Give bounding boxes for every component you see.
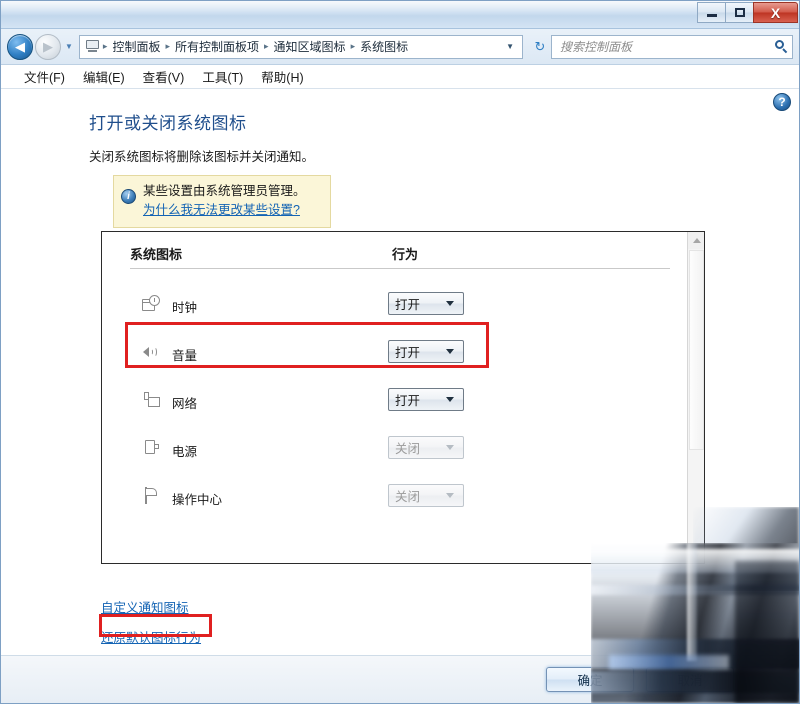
triangle-up-icon bbox=[692, 238, 701, 243]
admin-notice-box: i 某些设置由系统管理员管理。 为什么我无法更改某些设置? bbox=[113, 175, 331, 228]
why-cant-change-link[interactable]: 为什么我无法更改某些设置? bbox=[143, 201, 300, 220]
table-row: 电源 关闭 bbox=[102, 426, 688, 474]
row-label-clock: 时钟 bbox=[172, 301, 198, 315]
chevron-down-icon bbox=[446, 493, 454, 498]
page-subtitle: 关闭系统图标将删除该图标并关闭通知。 bbox=[89, 150, 315, 164]
info-icon: i bbox=[121, 189, 136, 204]
table-header-row: 系统图标 行为 bbox=[102, 244, 688, 270]
menu-item-file[interactable]: 文件(F) bbox=[15, 65, 74, 88]
vertical-scrollbar[interactable] bbox=[687, 232, 704, 563]
history-dropdown-icon[interactable]: ▼ bbox=[65, 42, 73, 51]
dialog-button-bar: 确定 取消 bbox=[1, 655, 799, 703]
behavior-value-action-center: 关闭 bbox=[395, 490, 421, 504]
table-row: 操作中心 关闭 bbox=[102, 474, 688, 522]
search-placeholder: 搜索控制面板 bbox=[560, 40, 633, 54]
content-area: ? 打开或关闭系统图标 关闭系统图标将删除该图标并关闭通知。 i 某些设置由系统… bbox=[1, 89, 799, 703]
row-label-network: 网络 bbox=[172, 397, 198, 411]
behavior-dropdown-power: 关闭 bbox=[388, 436, 464, 459]
breadcrumb-dropdown-icon[interactable]: ▼ bbox=[500, 42, 520, 51]
breadcrumb-item-notification-icons[interactable]: 通知区域图标 bbox=[270, 36, 350, 57]
minimize-button[interactable] bbox=[697, 2, 726, 23]
window-controls: X bbox=[697, 2, 798, 23]
breadcrumb-item-system-icons[interactable]: 系统图标 bbox=[356, 36, 412, 57]
scroll-down-button[interactable] bbox=[688, 546, 704, 563]
breadcrumb[interactable]: ▸ 控制面板 ▸ 所有控制面板项 ▸ 通知区域图标 ▸ 系统图标 ▼ bbox=[78, 34, 523, 59]
computer-icon bbox=[85, 40, 100, 53]
forward-arrow-icon: ▶ bbox=[43, 39, 53, 54]
scroll-up-button[interactable] bbox=[688, 232, 704, 249]
chevron-down-icon bbox=[446, 445, 454, 450]
row-label-power: 电源 bbox=[172, 445, 198, 459]
chevron-down-icon bbox=[446, 349, 454, 354]
behavior-value-power: 关闭 bbox=[395, 442, 421, 456]
close-button[interactable]: X bbox=[753, 2, 798, 23]
minimize-icon bbox=[706, 14, 717, 17]
search-icon bbox=[775, 40, 788, 54]
menu-item-help[interactable]: 帮助(H) bbox=[252, 65, 312, 88]
refresh-button[interactable]: ↻ bbox=[529, 36, 551, 58]
behavior-dropdown-network[interactable]: 打开 bbox=[388, 388, 464, 411]
chevron-down-icon bbox=[446, 397, 454, 402]
triangle-down-icon bbox=[692, 552, 701, 557]
chevron-down-icon bbox=[446, 301, 454, 306]
header-divider bbox=[130, 268, 670, 269]
close-icon: X bbox=[770, 4, 781, 21]
system-icons-list-panel: 系统图标 行为 时钟 打开 音量 打开 网络 打开 电源 关闭 操作中心 关闭 bbox=[101, 231, 705, 564]
breadcrumb-item-control-panel[interactable]: 控制面板 bbox=[108, 36, 164, 57]
cancel-button[interactable]: 取消 bbox=[646, 667, 734, 692]
title-bar: X bbox=[1, 1, 799, 29]
address-bar: ◀ ▶ ▼ ▸ 控制面板 ▸ 所有控制面板项 ▸ 通知区域图标 ▸ 系统图标 ▼… bbox=[1, 29, 799, 65]
table-row: 网络 打开 bbox=[102, 378, 688, 426]
column-header-system-icon: 系统图标 bbox=[130, 247, 183, 262]
forward-button[interactable]: ▶ bbox=[35, 33, 61, 60]
back-button[interactable]: ◀ bbox=[7, 33, 33, 60]
control-panel-window: X ◀ ▶ ▼ ▸ 控制面板 ▸ 所有控制面板项 ▸ 通知区域图标 ▸ 系统图标… bbox=[0, 0, 800, 704]
refresh-icon: ↻ bbox=[534, 38, 546, 54]
page-title: 打开或关闭系统图标 bbox=[89, 114, 247, 133]
search-input[interactable]: 搜索控制面板 bbox=[551, 34, 793, 59]
table-row: 时钟 打开 bbox=[102, 282, 688, 330]
breadcrumb-item-all-items[interactable]: 所有控制面板项 bbox=[171, 36, 263, 57]
maximize-icon bbox=[734, 8, 745, 17]
maximize-button[interactable] bbox=[725, 2, 754, 23]
customize-notification-icons-link[interactable]: 自定义通知图标 bbox=[101, 597, 189, 616]
row-label-action-center: 操作中心 bbox=[172, 493, 223, 507]
help-icon[interactable]: ? bbox=[773, 93, 791, 111]
titlebar-sheen bbox=[1, 1, 799, 13]
menu-item-tools[interactable]: 工具(T) bbox=[193, 65, 252, 88]
behavior-value-volume: 打开 bbox=[395, 346, 421, 360]
menu-bar: 文件(F) 编辑(E) 查看(V) 工具(T) 帮助(H) bbox=[1, 65, 799, 89]
restore-default-icon-behavior-link[interactable]: 还原默认图标行为 bbox=[101, 627, 201, 646]
behavior-value-network: 打开 bbox=[395, 394, 421, 408]
menu-item-view[interactable]: 查看(V) bbox=[134, 65, 194, 88]
behavior-dropdown-volume[interactable]: 打开 bbox=[388, 340, 464, 363]
row-label-volume: 音量 bbox=[172, 349, 198, 363]
behavior-dropdown-clock[interactable]: 打开 bbox=[388, 292, 464, 315]
admin-notice-text: 某些设置由系统管理员管理。 bbox=[143, 184, 306, 198]
behavior-value-clock: 打开 bbox=[395, 298, 421, 312]
scrollbar-thumb[interactable] bbox=[689, 250, 704, 450]
ok-button[interactable]: 确定 bbox=[546, 667, 634, 692]
column-header-behavior: 行为 bbox=[392, 247, 419, 262]
menu-item-edit[interactable]: 编辑(E) bbox=[74, 65, 134, 88]
table-row: 音量 打开 bbox=[102, 330, 688, 378]
back-arrow-icon: ◀ bbox=[15, 39, 25, 54]
system-icons-table: 系统图标 行为 时钟 打开 音量 打开 网络 打开 电源 关闭 操作中心 关闭 bbox=[102, 232, 688, 563]
behavior-dropdown-action-center: 关闭 bbox=[388, 484, 464, 507]
